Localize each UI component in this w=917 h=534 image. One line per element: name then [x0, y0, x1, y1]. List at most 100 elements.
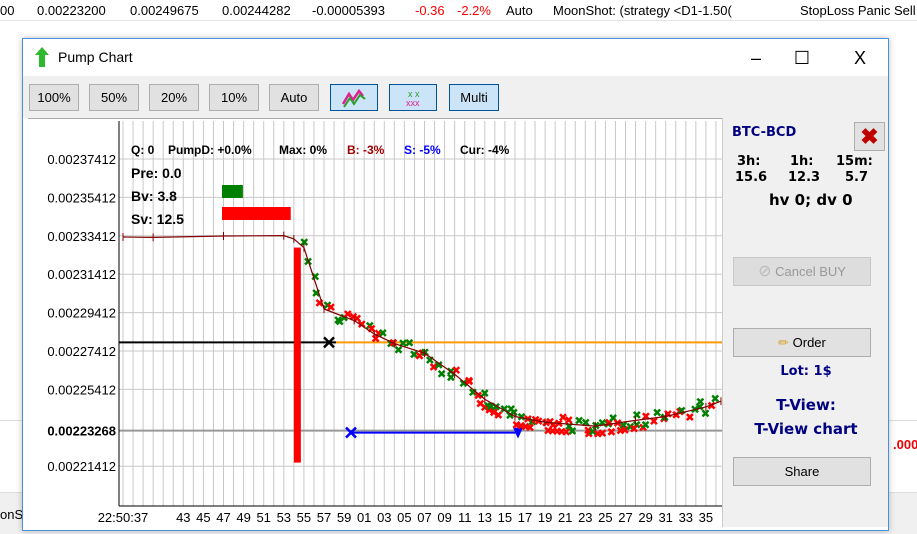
hv-dv-label: hv 0; dv 0: [769, 191, 853, 209]
x-tick-label: 59: [337, 510, 351, 525]
chart-canvas[interactable]: 0.00237412 0.00235412 0.00233412 0.00231412…: [28, 119, 722, 528]
zoom-10-button[interactable]: 10%: [209, 84, 259, 111]
scatter-mode-button[interactable]: x x xxx: [389, 84, 437, 111]
zoom-20-button[interactable]: 20%: [149, 84, 199, 111]
pre-label: Pre: 0.0: [131, 165, 182, 181]
cancel-icon: ⊘: [758, 263, 772, 280]
minimize-button[interactable]: –: [733, 45, 779, 71]
remove-pair-button[interactable]: ✖: [854, 122, 885, 151]
x-tick-label: 17: [518, 510, 532, 525]
3h-value: 15.6: [735, 170, 768, 185]
x-tick-label: 15: [498, 510, 512, 525]
buy-volume-bar: [222, 185, 243, 198]
buy-trade-marker: [711, 394, 720, 403]
tview-label[interactable]: T-View:: [723, 396, 889, 414]
sell-trade-marker: [371, 334, 380, 343]
background-table-row: 00 0.00223200 0.00249675 0.00244282 -0.0…: [0, 0, 917, 21]
y-tick-label: 0.00235412: [47, 190, 116, 205]
x-tick-label: 33: [679, 510, 693, 525]
pencil-icon: ✏: [778, 335, 790, 350]
maximize-button[interactable]: ☐: [779, 45, 825, 71]
sv-label: Sv: 12.5: [131, 211, 184, 227]
x-tick-label: 53: [277, 510, 291, 525]
y-tick-label: 0.00223268: [47, 424, 116, 439]
x-tick-label: 03: [377, 510, 391, 525]
pair-label: BTC-BCD: [732, 125, 797, 140]
share-button[interactable]: Share: [733, 457, 871, 486]
x-tick-label: 07: [417, 510, 431, 525]
auto-button[interactable]: Auto: [269, 84, 319, 111]
y-tick-label: 0.00229412: [47, 306, 116, 321]
buy-trade-marker: [394, 345, 403, 354]
x-tick-label: 45: [196, 510, 210, 525]
background-text: onS: [0, 507, 24, 522]
buy-trade-marker: [575, 416, 583, 425]
sell-trade-marker: [685, 413, 694, 421]
order-label: Order: [792, 335, 826, 350]
x-tick-label: 43: [176, 510, 190, 525]
buy-trade-marker: [378, 329, 387, 337]
1h-label: 1h:: [790, 154, 814, 169]
x-tick-label: 29: [638, 510, 652, 525]
x-tick-label: 09: [437, 510, 451, 525]
line-chart-icon: [341, 88, 366, 108]
sell-trade-marker: [343, 310, 352, 318]
buy-trade-marker: [632, 410, 641, 419]
x-tick-label: 57: [317, 510, 331, 525]
cell: StopLoss Panic Sell: [800, 3, 916, 18]
svg-text:xxx: xxx: [406, 98, 420, 108]
scatter-chart-icon: x xxxx: [406, 89, 420, 108]
1h-value: 12.3: [788, 170, 821, 185]
price-line: [122, 235, 722, 427]
current-pct-label: Cur: -4%: [460, 143, 510, 157]
x-tick-label: 22:50:37: [98, 510, 149, 525]
x-tick-label: 23: [578, 510, 592, 525]
y-tick-label: 0.00221412: [47, 459, 116, 474]
y-tick-label: 0.00233412: [47, 229, 116, 244]
x-tick-label: 49: [236, 510, 250, 525]
sell-trade-marker: [564, 416, 573, 424]
queue-label: Q: 0: [131, 143, 155, 157]
buy-trade-marker: [696, 397, 705, 406]
cancel-buy-button[interactable]: ⊘ Cancel BUY: [733, 257, 871, 286]
y-tick-label: 0.00231412: [47, 267, 116, 282]
zoom-100-button[interactable]: 100%: [29, 84, 79, 111]
y-tick-label: 0.00227412: [47, 344, 116, 359]
order-button[interactable]: ✏ Order: [733, 328, 871, 357]
x-tick-label: 27: [618, 510, 632, 525]
pump-chart[interactable]: 0.00237412 0.00235412 0.00233412 0.00231412…: [28, 118, 722, 527]
x-tick-label: 55: [297, 510, 311, 525]
window-title: Pump Chart: [58, 49, 133, 65]
cell: 0.00249675: [130, 3, 199, 18]
pump-chart-window: Pump Chart – ☐ X 100% 50% 20% 10% Auto x…: [22, 38, 889, 531]
sell-spike: [293, 247, 301, 463]
background-value: .000: [893, 437, 917, 452]
close-button[interactable]: X: [837, 45, 883, 71]
bv-label: Bv: 3.8: [131, 188, 177, 204]
cell: 0.00223200: [37, 3, 106, 18]
sell-volume-bar: [222, 207, 291, 220]
x-tick-label: 51: [256, 510, 270, 525]
tview-chart-link[interactable]: T-View chart: [723, 420, 889, 438]
15m-label: 15m:: [836, 154, 873, 169]
zoom-50-button[interactable]: 50%: [89, 84, 139, 111]
toolbar: 100% 50% 20% 10% Auto x x xxx Multi: [23, 76, 888, 118]
cell: 00: [0, 3, 15, 18]
buy-trade-marker: [447, 373, 455, 382]
x-tick-label: 19: [538, 510, 552, 525]
x-tick-label: 21: [558, 510, 572, 525]
max-label: Max: 0%: [279, 143, 327, 157]
pumpd-label: PumpD: +0.0%: [168, 143, 252, 157]
lot-label: Lot: 1$: [780, 364, 832, 379]
title-bar[interactable]: Pump Chart – ☐ X: [23, 39, 888, 76]
cancel-buy-label: Cancel BUY: [775, 264, 846, 279]
green-arrow-icon: [35, 47, 49, 67]
line-mode-button[interactable]: [330, 84, 378, 111]
buy-trade-marker: [437, 369, 446, 378]
cell: -0.00005393: [312, 3, 386, 18]
y-tick-label: 0.00237412: [47, 152, 116, 167]
cell: Auto: [506, 3, 533, 18]
x-tick-label: 13: [478, 510, 492, 525]
multi-button[interactable]: Multi: [449, 84, 499, 111]
x-tick-label: 11: [458, 510, 472, 525]
